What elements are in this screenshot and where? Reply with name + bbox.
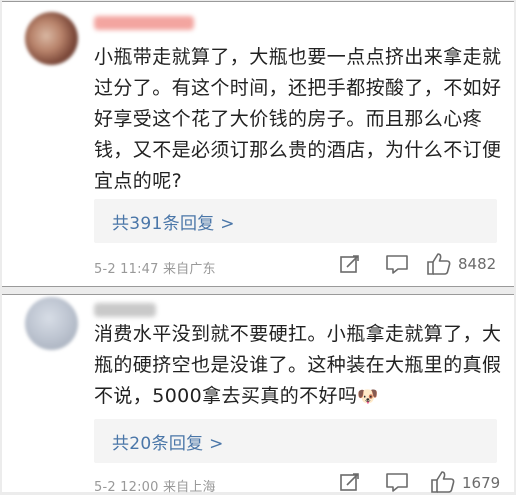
thumbs-up-icon[interactable]	[430, 470, 456, 494]
comment-bubble-icon[interactable]	[385, 253, 409, 275]
share-edit-icon[interactable]	[339, 471, 361, 493]
comment-card: 小瓶带走就算了，大瓶也要一点点挤出来拿走就过分了。有这个时间，还把手都按酸了，不…	[2, 1, 514, 287]
avatar[interactable]	[25, 297, 78, 350]
thumbs-up-icon[interactable]	[426, 252, 452, 276]
replies-label: 共20条回复 >	[112, 433, 224, 454]
comment-bubble-icon[interactable]	[385, 471, 409, 493]
comment-card: 消费水平没到就不要硬扛。小瓶拿走就算了，大瓶的硬挤空也是没谁了。这种装在大瓶里的…	[2, 294, 514, 495]
replies-link[interactable]: 共391条回复 >	[94, 199, 497, 243]
avatar[interactable]	[25, 12, 78, 65]
username-blurred[interactable]	[94, 16, 194, 30]
share-edit-icon[interactable]	[339, 253, 361, 275]
doge-emoji: 🐶	[357, 387, 379, 407]
replies-link[interactable]: 共20条回复 >	[94, 419, 497, 463]
username-blurred[interactable]	[94, 303, 156, 317]
comment-text: 小瓶带走就算了，大瓶也要一点点挤出来拿走就过分了。有这个时间，还把手都按酸了，不…	[94, 46, 502, 192]
like-count: 1679	[462, 474, 501, 492]
replies-label: 共391条回复 >	[112, 213, 235, 234]
comment-meta: 5-2 12:00 来自上海	[94, 480, 216, 495]
like-count: 8482	[458, 255, 497, 273]
comment-text: 消费水平没到就不要硬扛。小瓶拿走就算了，大瓶的硬挤空也是没谁了。这种装在大瓶里的…	[94, 319, 504, 413]
comment-text-body: 消费水平没到就不要硬扛。小瓶拿走就算了，大瓶的硬挤空也是没谁了。这种装在大瓶里的…	[94, 323, 502, 407]
comment-meta: 5-2 11:47 来自广东	[94, 262, 216, 277]
